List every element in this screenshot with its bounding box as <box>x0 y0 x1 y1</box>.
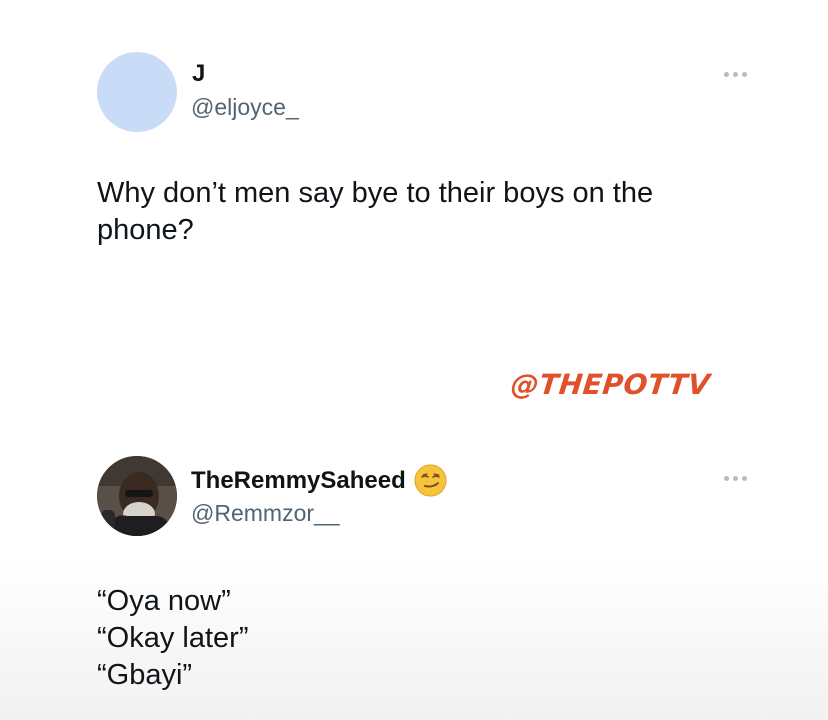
reply-line: “Oya now” <box>97 585 231 617</box>
display-name[interactable]: J <box>192 60 205 88</box>
reply-tweet: TheRemmySaheed @Remmzor__ “Oya now” “Oka… <box>0 440 828 720</box>
more-options-icon[interactable] <box>724 476 747 481</box>
reply-line: “Okay later” <box>97 622 249 654</box>
avatar[interactable] <box>97 52 177 132</box>
tweet-text: “Oya now” “Okay later” “Gbayi” <box>97 583 657 694</box>
watermark-logo: @THEPOTTV <box>509 368 712 401</box>
tweet-text: Why don’t men say bye to their boys on t… <box>97 177 654 246</box>
smirking-face-icon <box>414 464 447 497</box>
user-handle[interactable]: @Remmzor__ <box>191 499 340 527</box>
display-name-row[interactable]: TheRemmySaheed <box>191 464 447 497</box>
avatar[interactable] <box>97 456 177 536</box>
user-handle[interactable]: @eljoyce_ <box>191 93 299 121</box>
more-options-icon[interactable] <box>724 72 747 77</box>
reply-line: “Gbayi” <box>97 659 193 691</box>
display-name[interactable]: TheRemmySaheed <box>191 467 406 495</box>
